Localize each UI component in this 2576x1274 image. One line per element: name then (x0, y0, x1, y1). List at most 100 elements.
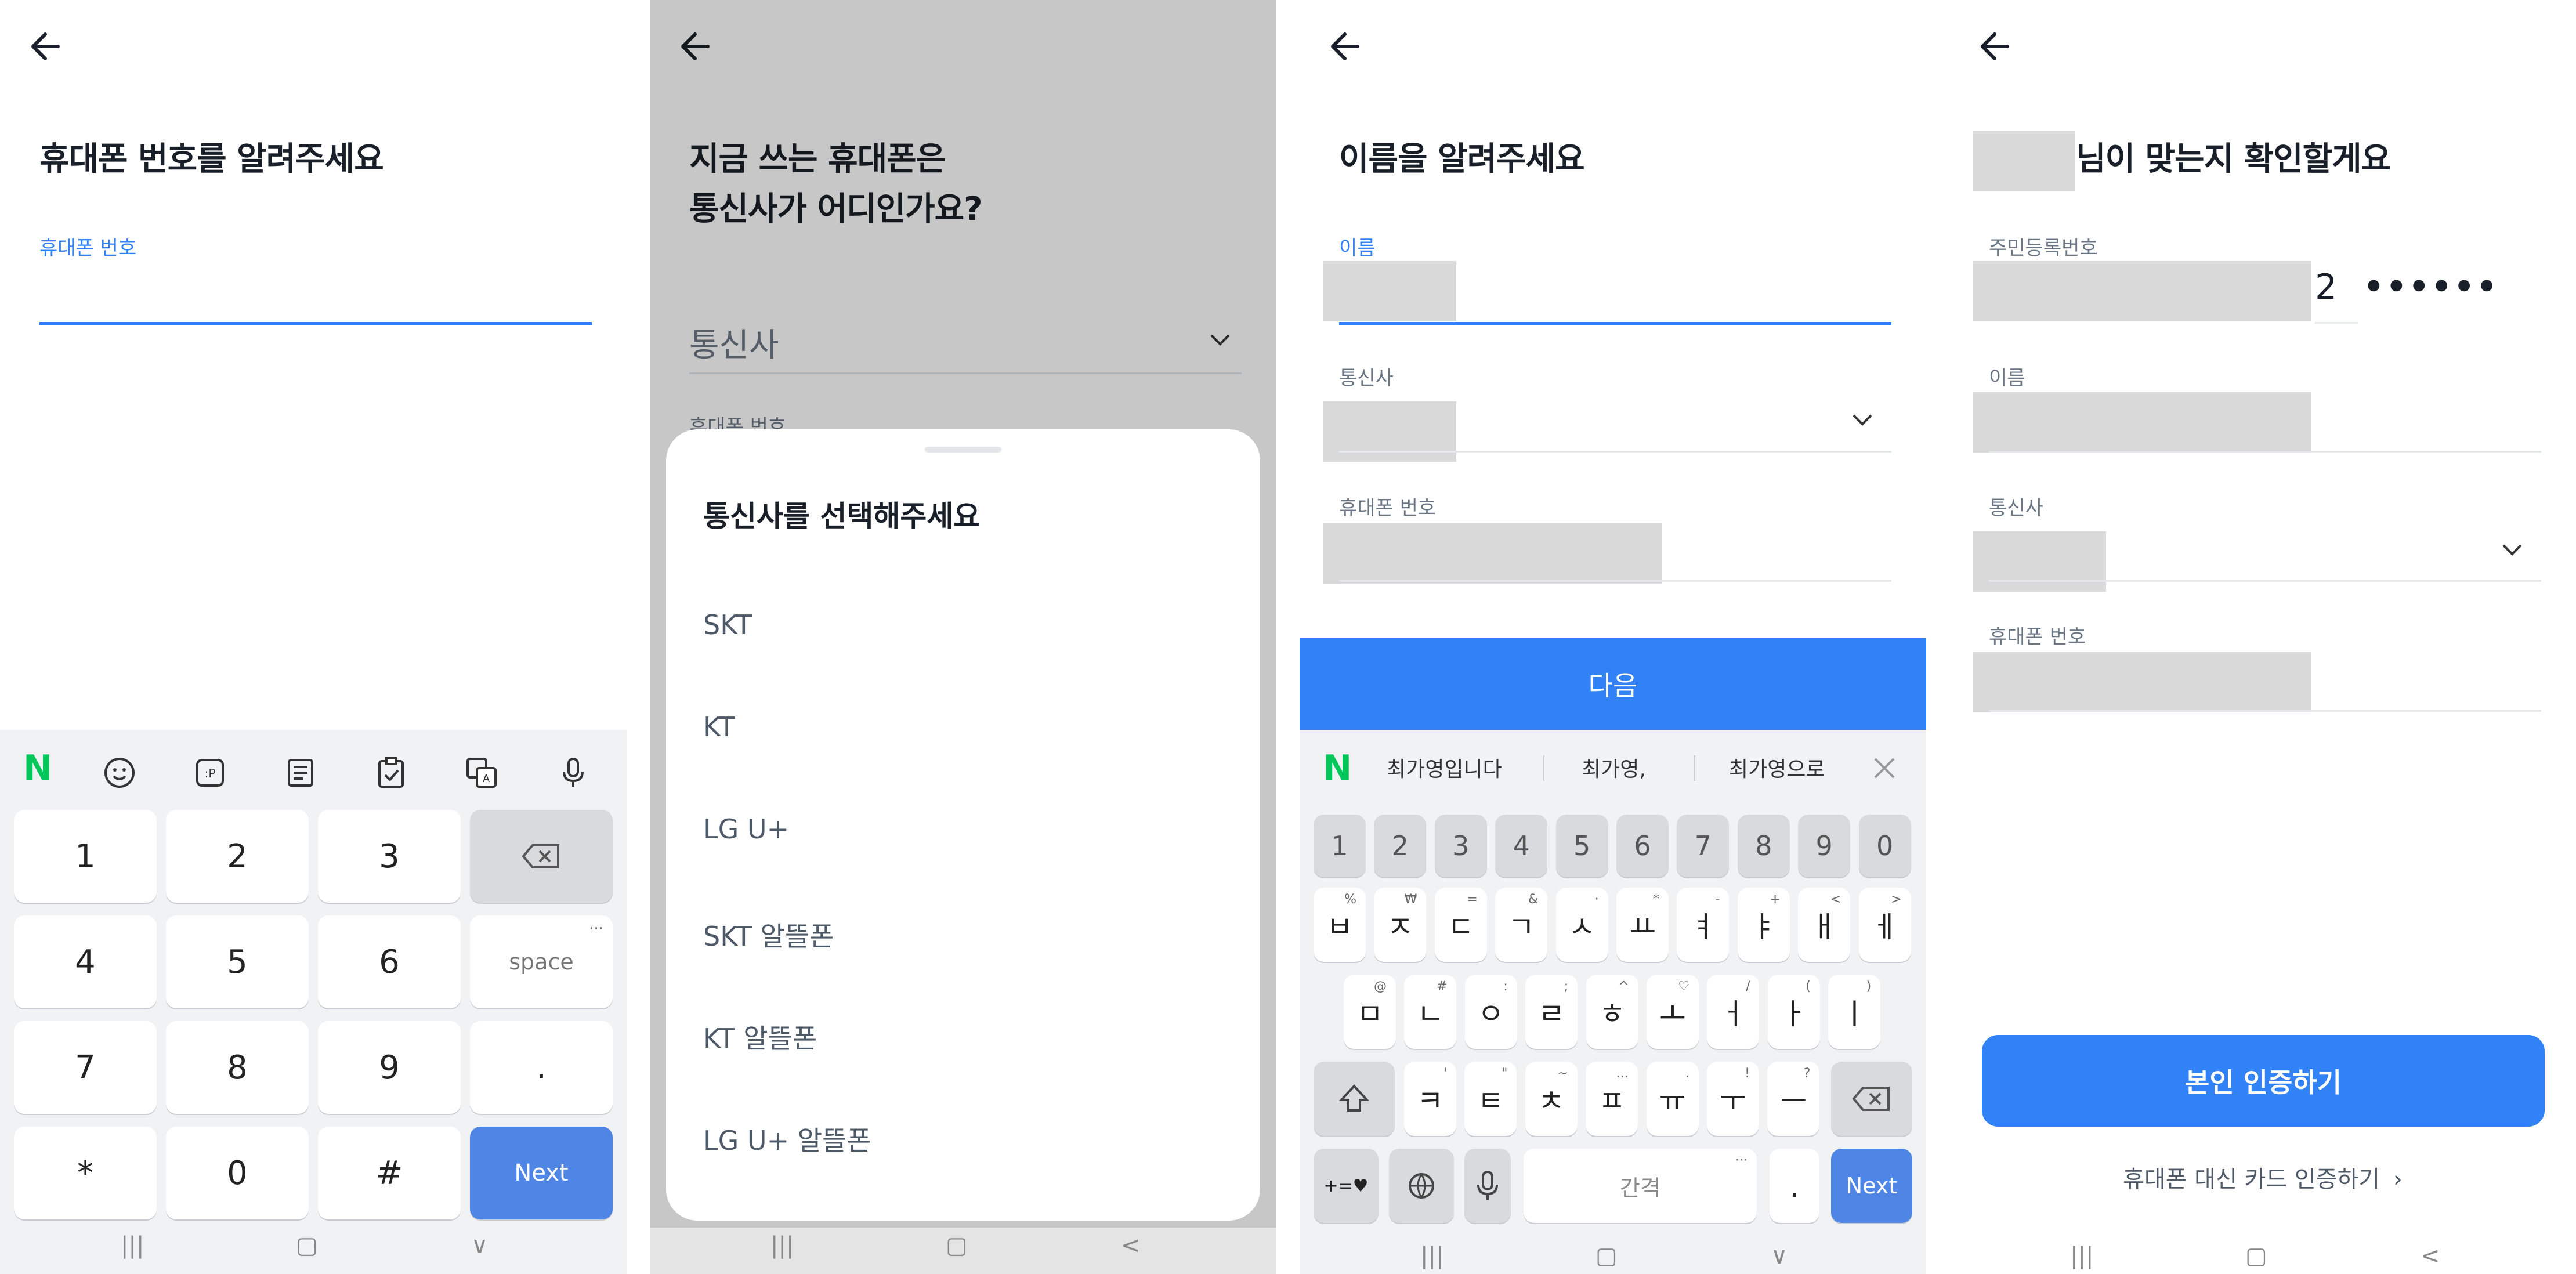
hangul-key[interactable]: ㅅ · (1555, 888, 1608, 962)
home-icon[interactable]: ▢ (1595, 1243, 1618, 1269)
voice-key[interactable] (1464, 1149, 1511, 1223)
close-suggestions-icon[interactable] (1872, 755, 1897, 781)
suggestion-1[interactable]: 최가영입니다 (1387, 730, 1502, 805)
naver-logo-icon[interactable]: N (1323, 751, 1352, 786)
clipboard-icon[interactable] (374, 755, 408, 790)
hangul-key[interactable]: ㅓ / (1707, 975, 1760, 1049)
num-key[interactable]: 5 (166, 915, 309, 1008)
num-key[interactable]: * (14, 1127, 157, 1219)
next-button[interactable]: 다음 (1300, 638, 1926, 730)
phone-number-input[interactable] (39, 261, 592, 325)
microphone-icon[interactable] (556, 755, 591, 790)
shift-key[interactable] (1314, 1062, 1395, 1136)
carrier-value-redacted[interactable] (1973, 531, 2106, 592)
language-key[interactable] (1389, 1149, 1454, 1223)
home-icon[interactable]: ▢ (296, 1232, 318, 1259)
verify-button[interactable]: 본인 인증하기 (1982, 1035, 2545, 1127)
number-key[interactable]: 2 (1374, 815, 1427, 877)
hangul-key[interactable]: ㅈ ₩ (1374, 888, 1427, 962)
rrn-front-redacted[interactable] (1973, 261, 2311, 321)
hangul-key[interactable]: ㅂ% (1314, 888, 1366, 962)
dot-key[interactable]: . (470, 1021, 613, 1114)
number-key[interactable]: 0 (1858, 815, 1911, 877)
backspace-key[interactable] (470, 810, 613, 903)
hangul-key[interactable]: ㅊ ~ (1525, 1062, 1578, 1136)
backspace-key[interactable] (1831, 1062, 1912, 1136)
hangul-key[interactable]: ㅗ ♡ (1647, 975, 1699, 1049)
carrier-option-kt[interactable]: KT (703, 711, 735, 743)
next-key[interactable]: Next (470, 1127, 613, 1219)
hangul-key[interactable]: ㄱ & (1495, 888, 1548, 962)
nav-back-icon[interactable]: ∨ (471, 1232, 488, 1259)
hangul-key[interactable]: ㅌ " (1464, 1062, 1517, 1136)
nav-back-icon[interactable]: < (1121, 1232, 1141, 1259)
num-key[interactable]: 6 (318, 915, 461, 1008)
num-key[interactable]: # (318, 1127, 461, 1219)
card-auth-link[interactable]: 휴대폰 대신 카드 인증하기 › (1949, 1160, 2576, 1194)
hangul-key[interactable]: ㄹ; (1525, 975, 1578, 1049)
hangul-key[interactable]: ㅑ + (1737, 888, 1790, 962)
back-arrow-icon[interactable] (1973, 23, 2019, 70)
chevron-down-icon[interactable] (1848, 405, 1877, 434)
hangul-key[interactable]: ㅛ * (1616, 888, 1669, 962)
number-key[interactable]: 7 (1677, 815, 1730, 877)
number-key[interactable]: 6 (1616, 815, 1669, 877)
recent-apps-icon[interactable]: ||| (121, 1232, 144, 1259)
emoji-icon[interactable] (102, 755, 137, 790)
symbols-key[interactable]: +=♥ (1314, 1149, 1379, 1223)
number-key[interactable]: 4 (1495, 815, 1548, 877)
nav-back-icon[interactable]: < (2421, 1243, 2440, 1269)
recent-apps-icon[interactable]: ||| (770, 1232, 794, 1259)
space-key[interactable]: space ··· (470, 915, 613, 1008)
carrier-option-lgu-mvno[interactable]: LG U+ 알뜰폰 (703, 1120, 871, 1158)
hangul-key[interactable]: ㄷ = (1434, 888, 1487, 962)
number-key[interactable]: 1 (1314, 815, 1366, 877)
space-key[interactable]: 간격 ··· (1524, 1149, 1757, 1223)
carrier-option-skt-mvno[interactable]: SKT 알뜰폰 (703, 915, 834, 954)
hangul-key[interactable]: ㅏ( (1767, 975, 1820, 1049)
hangul-key[interactable]: ㅔ > (1858, 888, 1911, 962)
name-input-redacted[interactable] (1323, 261, 1456, 321)
hangul-key[interactable]: ㅐ < (1798, 888, 1851, 962)
sticker-icon[interactable]: :P (193, 755, 227, 790)
sheet-handle[interactable] (925, 447, 1001, 453)
num-key[interactable]: 4 (14, 915, 157, 1008)
num-key[interactable]: 2 (166, 810, 309, 903)
num-key[interactable]: 8 (166, 1021, 309, 1114)
hangul-key[interactable]: ㅜ! (1707, 1062, 1759, 1136)
num-key[interactable]: 0 (166, 1127, 309, 1219)
home-icon[interactable]: ▢ (2245, 1243, 2267, 1269)
hangul-key[interactable]: ㅎ ^ (1586, 975, 1638, 1049)
home-icon[interactable]: ▢ (946, 1232, 968, 1259)
recent-apps-icon[interactable]: ||| (1420, 1243, 1443, 1269)
num-key[interactable]: 7 (14, 1021, 157, 1114)
text-template-icon[interactable] (283, 755, 318, 790)
hangul-key[interactable]: ㅣ) (1828, 975, 1881, 1049)
carrier-option-lgu[interactable]: LG U+ (703, 813, 789, 845)
number-key[interactable]: 9 (1798, 815, 1851, 877)
number-key[interactable]: 5 (1555, 815, 1608, 877)
naver-logo-icon[interactable]: N (23, 751, 52, 786)
num-key[interactable]: 1 (14, 810, 157, 903)
hangul-key[interactable]: ㅍ… (1586, 1062, 1638, 1136)
back-arrow-icon[interactable] (1323, 23, 1369, 70)
phone-number-redacted[interactable] (1323, 523, 1662, 584)
back-arrow-icon[interactable] (23, 23, 70, 70)
dot-key[interactable]: . (1770, 1149, 1819, 1223)
translate-icon[interactable]: A (464, 755, 499, 790)
carrier-option-kt-mvno[interactable]: KT 알뜰폰 (703, 1018, 817, 1056)
hangul-key[interactable]: ㅠ. (1646, 1062, 1699, 1136)
phone-number-redacted[interactable] (1973, 652, 2311, 712)
recent-apps-icon[interactable]: ||| (2070, 1243, 2093, 1269)
carrier-value-redacted[interactable] (1323, 401, 1456, 462)
hangul-key[interactable]: ㄴ # (1404, 975, 1457, 1049)
number-key[interactable]: 3 (1434, 815, 1487, 877)
chevron-down-icon[interactable] (2498, 535, 2527, 564)
number-key[interactable]: 8 (1737, 815, 1790, 877)
suggestion-2[interactable]: 최가영, (1582, 730, 1646, 805)
carrier-option-skt[interactable]: SKT (703, 609, 752, 640)
hangul-key[interactable]: ㅇ: (1464, 975, 1517, 1049)
num-key[interactable]: 9 (318, 1021, 461, 1114)
hangul-key[interactable]: ㅋ ' (1404, 1062, 1456, 1136)
nav-back-icon[interactable]: ∨ (1771, 1243, 1788, 1269)
